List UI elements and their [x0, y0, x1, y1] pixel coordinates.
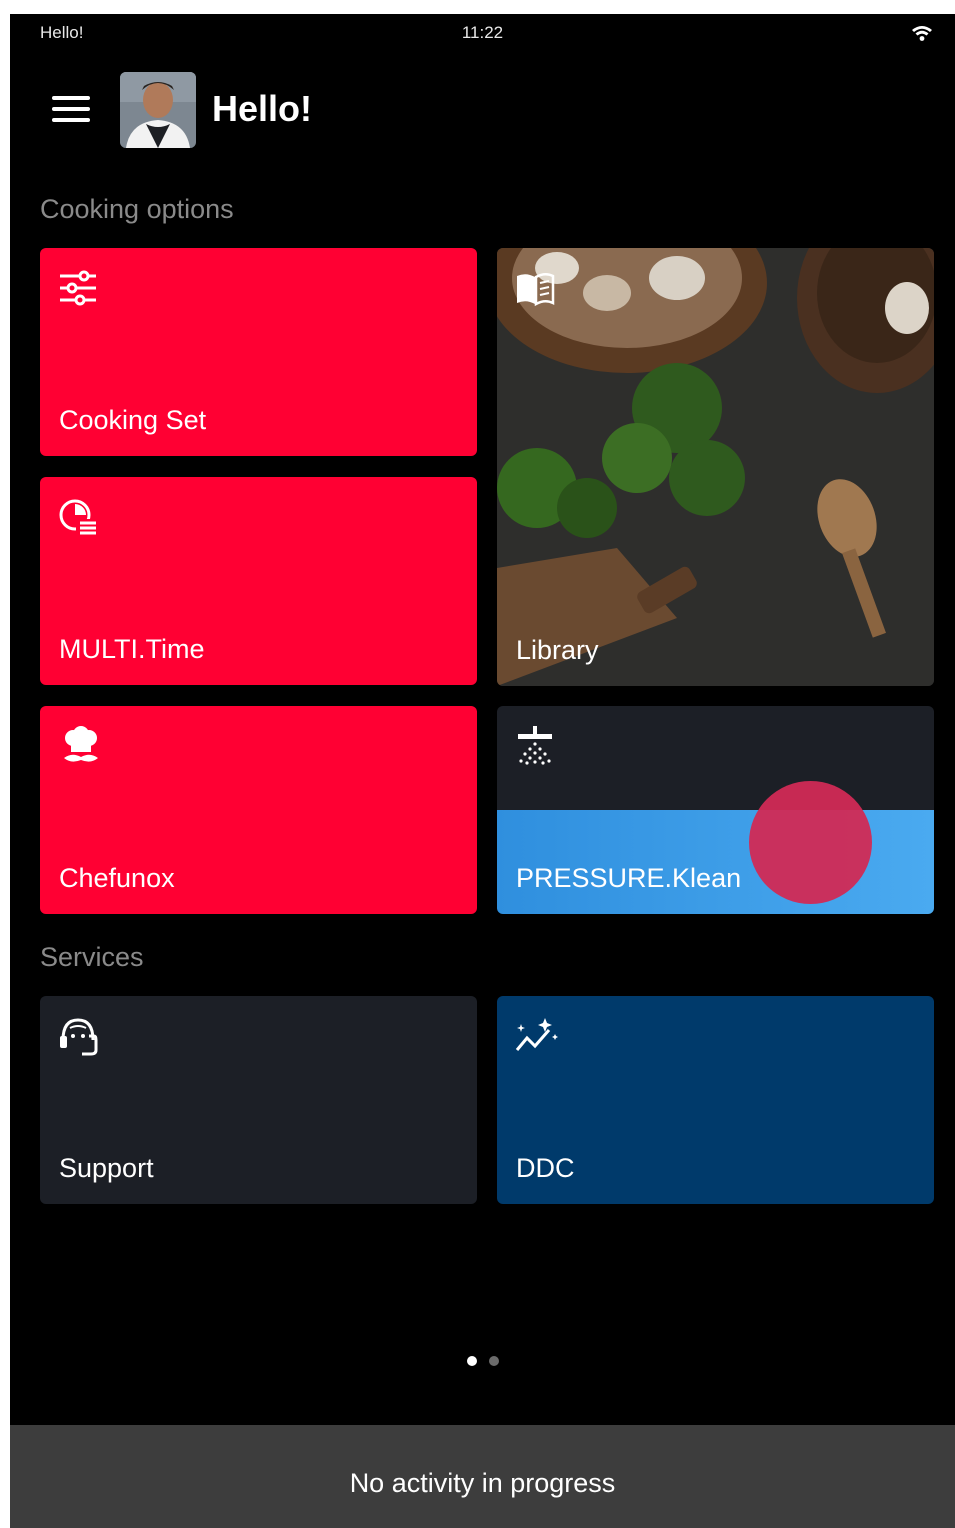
wifi-icon	[912, 26, 932, 41]
tile-multi-time[interactable]: MULTI.Time	[40, 477, 477, 685]
touch-ripple	[749, 781, 872, 904]
tile-cooking-set[interactable]: Cooking Set	[40, 248, 477, 456]
app-header: Hello!	[10, 68, 955, 152]
tile-library[interactable]: Library	[497, 248, 934, 686]
hamburger-menu-icon[interactable]	[52, 96, 90, 124]
page-title: Hello!	[212, 88, 313, 129]
tile-ddc[interactable]: DDC	[497, 996, 934, 1204]
app-screen: Hello! 11:22 Hello! Cooking options Cook…	[10, 14, 955, 1528]
timer-list-icon	[59, 499, 98, 537]
tile-label: Chefunox	[59, 863, 175, 893]
page-dot-1[interactable]	[466, 1356, 477, 1366]
tile-label: MULTI.Time	[59, 634, 205, 664]
status-bar: Hello! 11:22	[10, 14, 955, 54]
chef-hat-icon	[64, 726, 98, 762]
tile-chefunox[interactable]: Chefunox	[40, 706, 477, 914]
tile-label: Support	[59, 1153, 154, 1183]
footer-text: No activity in progress	[349, 1468, 616, 1498]
tile-label: PRESSURE.Klean	[516, 863, 742, 893]
chef-avatar[interactable]	[120, 72, 196, 148]
page-dot-2[interactable]	[488, 1356, 499, 1366]
tile-support[interactable]: Support	[40, 996, 477, 1204]
headset-icon	[60, 1018, 98, 1056]
tile-pressure-klean[interactable]: PRESSURE.Klean	[497, 706, 934, 914]
sparkle-chart-icon	[515, 1018, 558, 1051]
sliders-icon	[60, 270, 96, 306]
section-services: Services	[40, 942, 144, 972]
library-food-image	[497, 248, 934, 686]
section-cooking-options: Cooking options	[40, 194, 234, 224]
tile-label: Library	[516, 635, 599, 665]
tile-label: DDC	[516, 1153, 575, 1183]
status-time: 11:22	[461, 23, 504, 42]
activity-footer[interactable]: No activity in progress	[10, 1425, 955, 1528]
book-icon	[517, 273, 555, 307]
page-indicator	[10, 1353, 955, 1371]
tile-label: Cooking Set	[59, 405, 207, 435]
shower-icon	[518, 726, 552, 765]
